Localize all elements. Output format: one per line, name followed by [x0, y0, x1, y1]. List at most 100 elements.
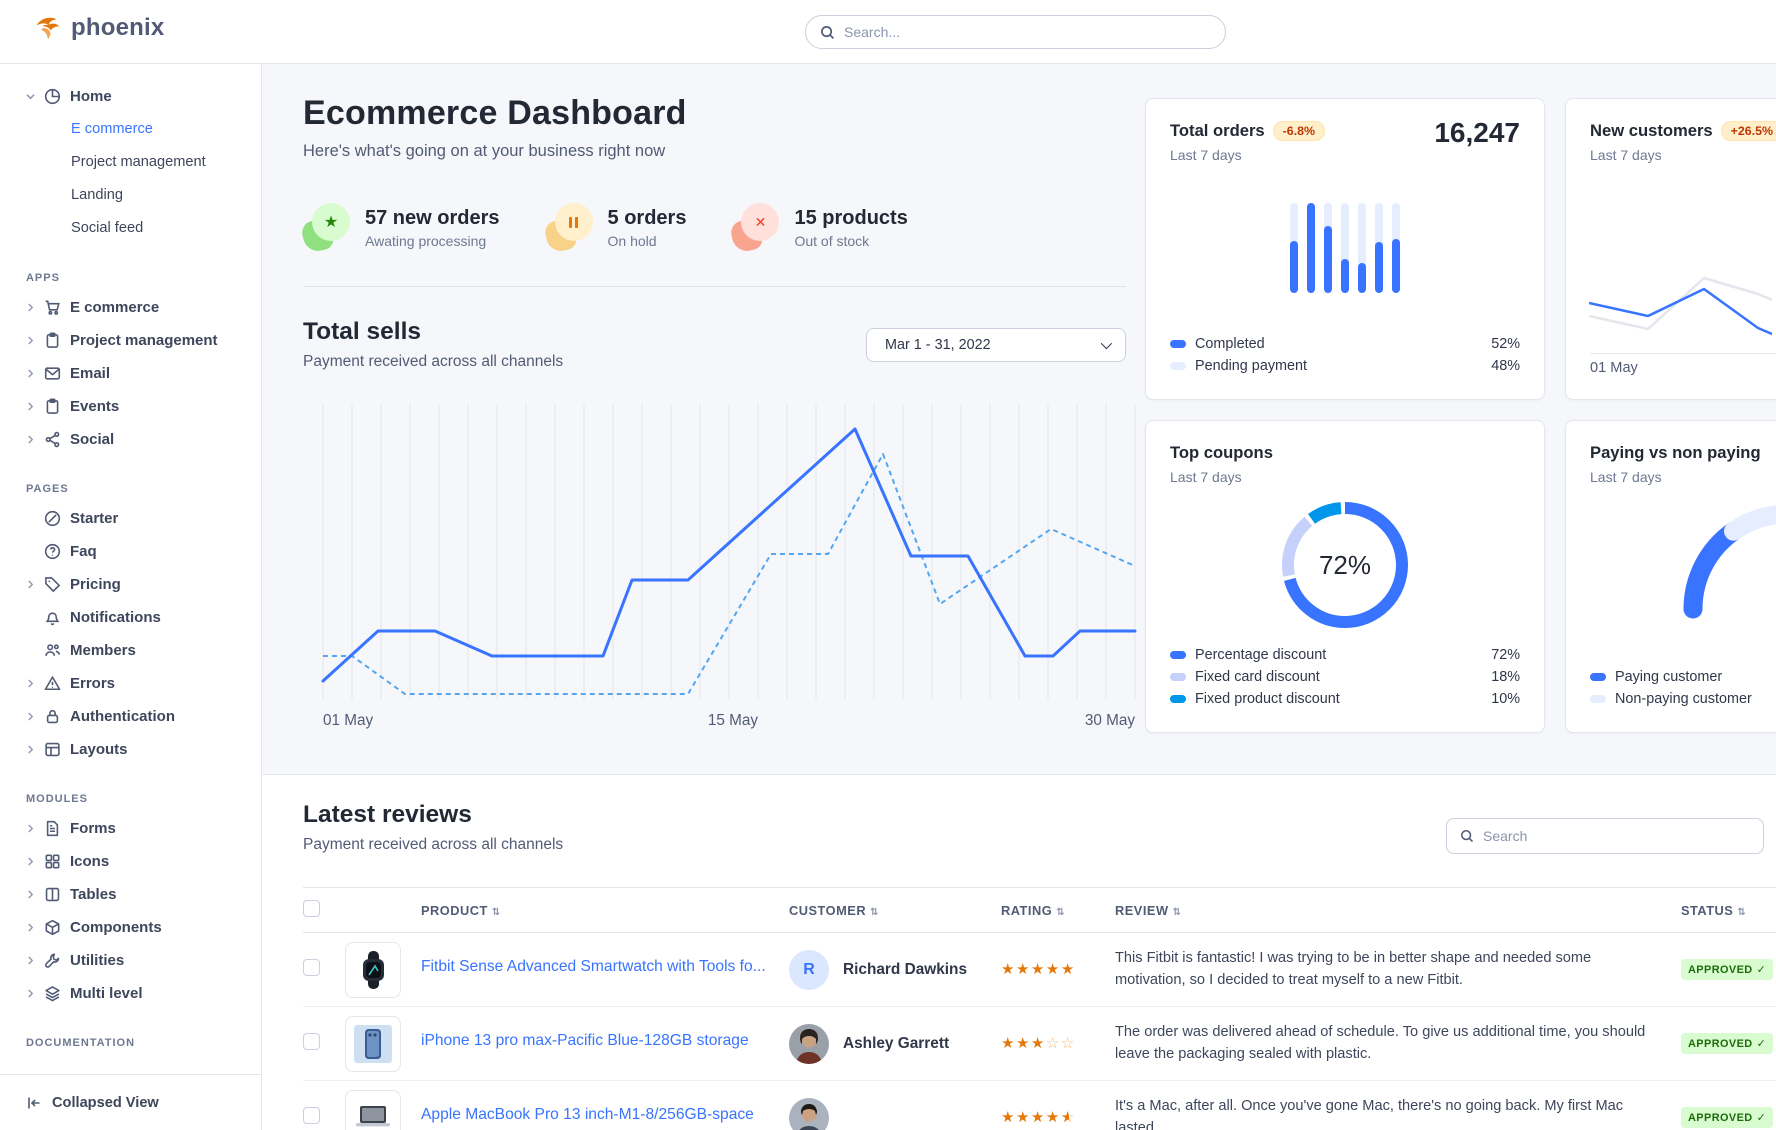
- card-period: Last 7 days: [1170, 147, 1520, 163]
- chevron-right-icon: [26, 956, 35, 965]
- logo[interactable]: phoenix: [34, 14, 164, 42]
- total-sells-chart: 01 May15 May30 May: [303, 389, 1145, 734]
- rating-stars: ★★★★☆★: [1001, 1109, 1076, 1126]
- sidebar-item-project-management[interactable]: Project management: [26, 146, 261, 179]
- clipboard-icon: [44, 332, 61, 349]
- legend-chip: [1590, 673, 1606, 681]
- legend-value: 18%: [1491, 669, 1520, 685]
- sidebar-item-tables[interactable]: Tables: [26, 878, 261, 911]
- sidebar-item-utilities[interactable]: Utilities: [26, 944, 261, 977]
- sidebar-item-home[interactable]: Home: [26, 80, 261, 113]
- svg-text:30 May: 30 May: [1085, 712, 1136, 729]
- column-header-customer[interactable]: CUSTOMER⇅: [789, 888, 1001, 933]
- sidebar-item-label: Notifications: [70, 609, 161, 626]
- sidebar-item-faq[interactable]: Faq: [26, 535, 261, 568]
- x-icon: ✕: [732, 203, 779, 252]
- row-checkbox[interactable]: [303, 1033, 320, 1050]
- search-input[interactable]: [844, 24, 1211, 40]
- sidebar-item-notifications[interactable]: Notifications: [26, 601, 261, 634]
- card-title: Paying vs non paying: [1590, 443, 1761, 463]
- logo-text: phoenix: [71, 14, 164, 42]
- product-link[interactable]: iPhone 13 pro max-Pacific Blue-128GB sto…: [421, 1032, 749, 1050]
- new-customers-chart: [1589, 251, 1772, 361]
- wrench-icon: [44, 952, 61, 969]
- review-text: It's a Mac, after all. Once you've gone …: [1115, 1096, 1681, 1130]
- analytics-cards: Total orders -6.8% Last 7 days 16,247 Co…: [1145, 98, 1776, 774]
- sort-icon: ⇅: [1173, 907, 1182, 918]
- sidebar-item-members[interactable]: Members: [26, 634, 261, 667]
- sidebar-item-social-feed[interactable]: Social feed: [26, 212, 261, 245]
- sidebar-item-pricing[interactable]: Pricing: [26, 568, 261, 601]
- sidebar-item-label: Project management: [70, 332, 218, 349]
- product-image-macbook[interactable]: [345, 1090, 401, 1130]
- sidebar-item-apps-social[interactable]: Social: [26, 423, 261, 456]
- chevron-right-icon: [26, 303, 35, 312]
- reviews-search-input[interactable]: [1483, 828, 1750, 844]
- sidebar-item-label: Icons: [70, 853, 109, 870]
- chevron-right-icon: [26, 745, 35, 754]
- row-checkbox[interactable]: [303, 1107, 320, 1124]
- global-search[interactable]: [805, 15, 1226, 49]
- check-icon: ✓: [1757, 1037, 1767, 1050]
- stat-orders-on-hold: 5 orders On hold: [546, 203, 687, 252]
- legend-chip: [1590, 695, 1606, 703]
- sidebar-item-apps-project-management[interactable]: Project management: [26, 324, 261, 357]
- svg-text:01 May: 01 May: [323, 712, 374, 729]
- sidebar-item-apps-events[interactable]: Events: [26, 390, 261, 423]
- product-link[interactable]: Apple MacBook Pro 13 inch-M1-8/256GB-spa…: [421, 1106, 754, 1124]
- column-header-status[interactable]: STATUS⇅: [1681, 888, 1776, 933]
- sidebar-item-label: E commerce: [70, 299, 159, 316]
- legend-label: Pending payment: [1195, 358, 1307, 374]
- sidebar-item-label: Tables: [70, 886, 116, 903]
- sidebar-item-label: Home: [70, 88, 112, 105]
- column-header-product[interactable]: PRODUCT⇅: [421, 888, 789, 933]
- sidebar-item-authentication[interactable]: Authentication: [26, 700, 261, 733]
- sidebar-item-forms[interactable]: Forms: [26, 812, 261, 845]
- sidebar-item-label: Layouts: [70, 741, 128, 758]
- date-range-select[interactable]: Mar 1 - 31, 2022: [866, 328, 1126, 362]
- sidebar-item-errors[interactable]: Errors: [26, 667, 261, 700]
- sidebar-item-icons[interactable]: Icons: [26, 845, 261, 878]
- chevron-down-icon: [26, 92, 35, 101]
- sidebar-item-label: Multi level: [70, 985, 143, 1002]
- legend-chip: [1170, 673, 1186, 681]
- collapsed-view-toggle[interactable]: Collapsed View: [0, 1074, 261, 1130]
- sidebar-item-landing[interactable]: Landing: [26, 179, 261, 212]
- coupons-donut-chart: 72%: [1281, 501, 1409, 629]
- sidebar-item-apps-email[interactable]: Email: [26, 357, 261, 390]
- grid-icon: [44, 853, 61, 870]
- sidebar-item-apps-ecommerce[interactable]: E commerce: [26, 291, 261, 324]
- customer-name: Ashley Garrett: [843, 1035, 949, 1053]
- product-image-iphone[interactable]: [345, 1016, 401, 1072]
- product-image-smartwatch[interactable]: [345, 942, 401, 998]
- sidebar-item-starter[interactable]: Starter: [26, 502, 261, 535]
- sort-icon: ⇅: [1737, 907, 1746, 918]
- sort-icon: ⇅: [492, 907, 501, 918]
- row-checkbox[interactable]: [303, 959, 320, 976]
- legend-chip: [1170, 362, 1186, 370]
- select-all-checkbox[interactable]: [303, 900, 320, 917]
- collapse-arrow-icon: [26, 1095, 42, 1111]
- chevron-right-icon: [26, 580, 35, 589]
- page-subtitle: Here's what's going on at your business …: [303, 142, 1145, 161]
- donut-center-value: 72%: [1281, 501, 1409, 629]
- column-header-review[interactable]: REVIEW⇅: [1115, 888, 1681, 933]
- sidebar-item-layouts[interactable]: Layouts: [26, 733, 261, 766]
- stat-out-of-stock: ✕ 15 products Out of stock: [732, 203, 907, 252]
- chevron-right-icon: [26, 989, 35, 998]
- product-link[interactable]: Fitbit Sense Advanced Smartwatch with To…: [421, 958, 766, 976]
- sidebar-item-multi-level[interactable]: Multi level: [26, 977, 261, 1010]
- column-header-rating[interactable]: RATING⇅: [1001, 888, 1115, 933]
- alert-triangle-icon: [44, 675, 61, 692]
- stats-row: ★ 57 new orders Awating processing 5 ord…: [303, 203, 1145, 252]
- stat-caption: Out of stock: [794, 233, 907, 249]
- package-icon: [44, 919, 61, 936]
- calendar-clipboard-icon: [44, 398, 61, 415]
- users-icon: [44, 642, 61, 659]
- reviews-search[interactable]: [1446, 818, 1764, 854]
- sidebar-item-ecommerce[interactable]: E commerce: [26, 113, 261, 146]
- paying-legend: Paying customer Non-paying customer: [1590, 666, 1776, 710]
- sidebar-item-label: Errors: [70, 675, 115, 692]
- card-title: New customers: [1590, 121, 1713, 141]
- sidebar-item-components[interactable]: Components: [26, 911, 261, 944]
